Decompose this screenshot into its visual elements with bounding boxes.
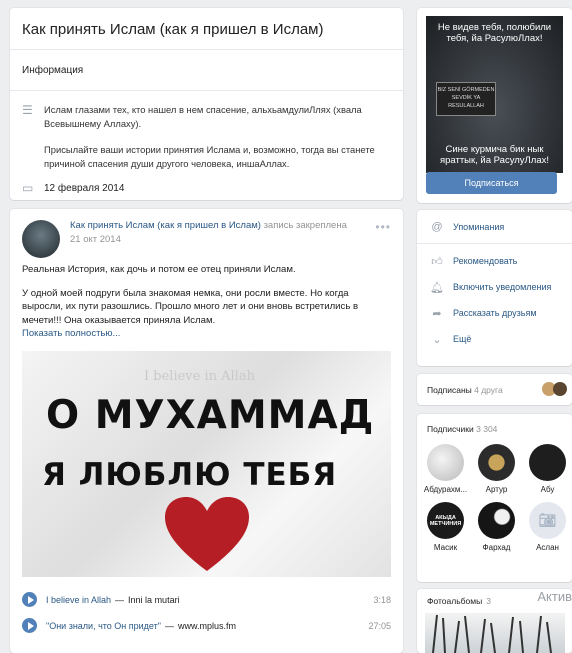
- friends-label: Подписаны: [427, 384, 472, 395]
- subscriber-item[interactable]: Абу: [523, 444, 572, 494]
- description-paragraph: Присылайте ваши истории принятия Ислама …: [44, 144, 375, 169]
- heart-icon: [165, 496, 249, 571]
- subscriber-item[interactable]: АКЫДА МЕТЧИНИЯ Масик: [421, 502, 470, 552]
- community-info-card: Как принять Ислам (как я пришел в Ислам)…: [10, 8, 403, 200]
- track-title: www.mplus.fm: [177, 620, 236, 631]
- share-label: Рассказать друзьям: [453, 308, 537, 318]
- post-paragraph: У одной моей подруги была знакомая немка…: [22, 287, 359, 326]
- audio-track[interactable]: "Они знали, что Он придет" — www.mplus.f…: [10, 613, 403, 639]
- bell-icon: 🔔︎: [430, 281, 444, 294]
- audio-track[interactable]: I believe in Allah — Inni la mutari 3:18: [10, 587, 403, 613]
- subscribers-block: Подписчики 3 304 Абдурахм... Артур Абу А…: [417, 414, 572, 582]
- track-artist[interactable]: "Они знали, что Он придет": [46, 621, 161, 631]
- actions-menu: @ Упоминания 👍︎ Рекомендовать 🔔︎ Включит…: [417, 210, 572, 366]
- community-description: Ислам глазами тех, кто нашел в нем спасе…: [44, 103, 391, 171]
- show-more-link[interactable]: Показать полностью...: [22, 327, 391, 341]
- pinned-post: Как принять Ислам (как я пришел в Ислам)…: [10, 209, 403, 653]
- subscriber-name: Аслан: [536, 543, 559, 552]
- description-row: ☰ Ислам глазами тех, кто нашел в нем спа…: [10, 91, 403, 171]
- subscribers-header[interactable]: Подписчики 3 304: [417, 414, 572, 434]
- subscriber-name: Артур: [485, 485, 508, 494]
- friends-count: 4 друга: [474, 384, 503, 395]
- post-meta: Как принять Ислам (как я пришел в Ислам)…: [70, 220, 375, 263]
- subscriber-item[interactable]: Абдурахм...: [421, 444, 470, 494]
- creation-date: 12 февраля 2014: [44, 182, 125, 194]
- chevron-down-icon: ⌄: [432, 333, 442, 346]
- track-duration: 3:18: [373, 594, 391, 605]
- more-button[interactable]: ⌄ Ещё: [417, 326, 572, 352]
- subscriber-item[interactable]: Фархад: [472, 502, 521, 552]
- subscribers-grid: Абдурахм... Артур Абу АКЫДА МЕТЧИНИЯ Мас…: [417, 434, 572, 552]
- subscribers-count: 3 304: [476, 424, 498, 434]
- cover-caption-bottom: Сине курмича бик нык яраттык, йа РасулуЛ…: [439, 144, 550, 166]
- subscriber-name: Фархад: [482, 543, 511, 552]
- track-separator: —: [115, 594, 125, 605]
- subscriber-name: Абдурахм...: [423, 485, 468, 494]
- at-icon: @: [431, 220, 443, 233]
- subscriber-avatar[interactable]: [478, 444, 515, 481]
- albums-label: Фотоальбомы: [427, 596, 483, 606]
- track-duration: 27:05: [368, 620, 391, 631]
- album-trees-image: [432, 614, 552, 653]
- cover-banner-text: BIZ SENİ GÖRMEDEN SEVDİK YA RESULALLAH: [436, 82, 496, 116]
- play-icon[interactable]: [22, 592, 37, 607]
- more-options-icon[interactable]: •••: [375, 220, 391, 263]
- image-title-line1: О МУХАММАД: [46, 392, 375, 438]
- tab-information[interactable]: Информация: [10, 49, 403, 91]
- community-cover-card: Не видев тебя, полюбили тебя, йа РасулюЛ…: [417, 8, 572, 203]
- post-author-line: Как принять Ислам (как я пришел в Ислам)…: [70, 220, 375, 231]
- camera-icon[interactable]: 📷︎: [529, 502, 566, 539]
- subscribe-button[interactable]: Подписаться: [426, 172, 557, 194]
- subscriber-item[interactable]: Артур: [472, 444, 521, 494]
- share-icon: ➦: [432, 307, 442, 320]
- post-author[interactable]: Как принять Ислам (как я пришел в Ислам): [70, 220, 261, 231]
- cover-caption-top: Не видев тебя, полюбили тебя, йа РасулюЛ…: [437, 22, 552, 44]
- post-image[interactable]: I believe in Allah О МУХАММАД Я ЛЮБЛЮ ТЕ…: [22, 350, 391, 577]
- photo-albums-block: Фотоальбомы 3 Актив: [417, 589, 572, 653]
- image-faint-text: I believe in Allah: [144, 368, 255, 384]
- track-artist[interactable]: I believe in Allah: [46, 595, 111, 605]
- mentions-label: Упоминания: [453, 221, 505, 232]
- friend-avatar[interactable]: [553, 382, 567, 396]
- subscriber-name: Масик: [433, 543, 458, 552]
- thumbs-up-icon: 👍︎: [431, 255, 443, 268]
- description-paragraph: Ислам глазами тех, кто нашел в нем спасе…: [44, 104, 362, 129]
- subscriber-avatar[interactable]: [529, 444, 566, 481]
- watermark-text: Актив: [537, 589, 572, 604]
- mentions-link[interactable]: @ Упоминания: [417, 210, 572, 244]
- calendar-icon: ▭: [22, 181, 34, 195]
- community-cover-image[interactable]: Не видев тебя, полюбили тебя, йа РасулюЛ…: [426, 16, 563, 173]
- creation-date-row: ▭ 12 февраля 2014: [10, 171, 403, 195]
- community-title: Как принять Ислам (как я пришел в Ислам): [22, 21, 324, 38]
- albums-count: 3: [486, 596, 491, 606]
- more-label: Ещё: [453, 334, 472, 344]
- share-button[interactable]: ➦ Рассказать друзьям: [417, 300, 572, 326]
- community-avatar[interactable]: [22, 220, 60, 258]
- post-date[interactable]: 21 окт 2014: [70, 234, 375, 245]
- recommend-button[interactable]: 👍︎ Рекомендовать: [417, 248, 572, 274]
- subscriber-avatar[interactable]: [478, 502, 515, 539]
- subscribers-label: Подписчики: [427, 424, 474, 434]
- pinned-label: запись закреплена: [263, 220, 347, 231]
- subscriber-avatar[interactable]: [427, 444, 464, 481]
- post-paragraph: Реальная История, как дочь и потом ее от…: [22, 264, 296, 275]
- post-text: Реальная История, как дочь и потом ее от…: [10, 263, 403, 341]
- image-title-line2: Я ЛЮБЛЮ ТЕБЯ: [42, 456, 338, 493]
- play-icon[interactable]: [22, 618, 37, 633]
- album-cover-image[interactable]: [425, 613, 565, 653]
- description-icon: ☰: [22, 103, 33, 117]
- recommend-label: Рекомендовать: [453, 256, 518, 266]
- subscriber-item[interactable]: 📷︎ Аслан: [523, 502, 572, 552]
- notifications-button[interactable]: 🔔︎ Включить уведомления: [417, 274, 572, 300]
- friends-subscribed[interactable]: Подписаны 4 друга: [417, 374, 572, 405]
- notifications-label: Включить уведомления: [453, 282, 552, 292]
- subscriber-avatar[interactable]: АКЫДА МЕТЧИНИЯ: [427, 502, 464, 539]
- subscriber-name: Абу: [540, 485, 555, 494]
- post-header: Как принять Ислам (как я пришел в Ислам)…: [10, 209, 403, 263]
- track-separator: —: [164, 620, 174, 631]
- track-title: Inni la mutari: [128, 594, 180, 605]
